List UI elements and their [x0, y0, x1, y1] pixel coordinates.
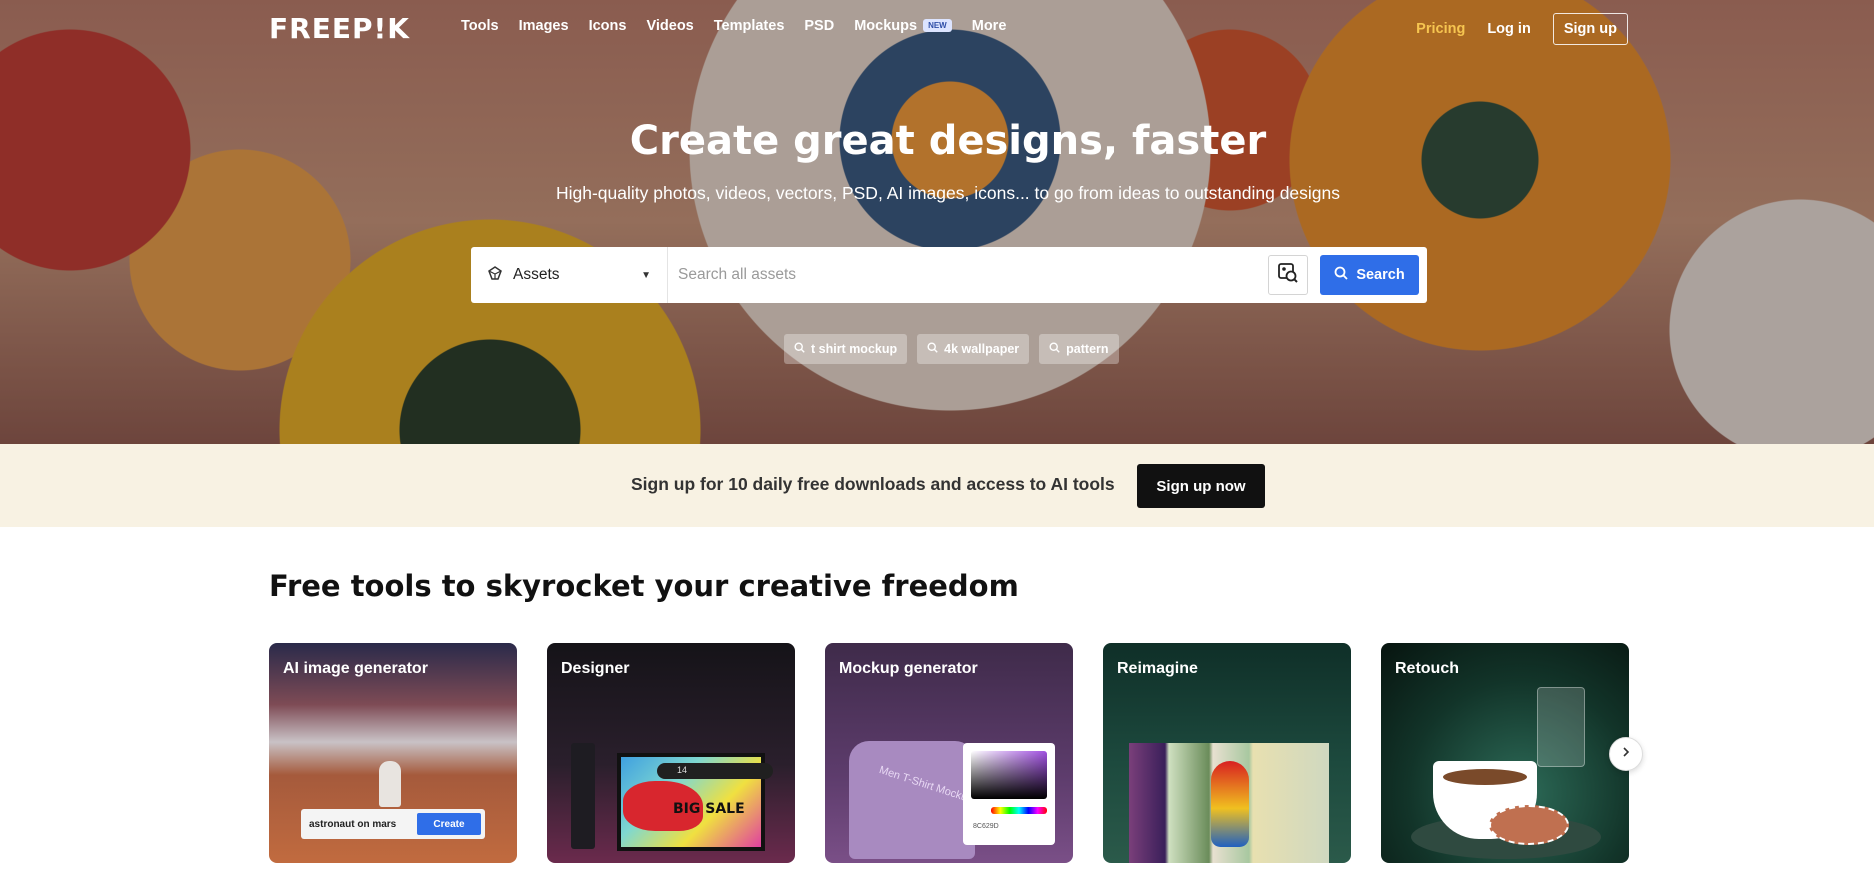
suggestion-chip[interactable]: pattern — [1039, 334, 1119, 364]
nav-icons[interactable]: Icons — [589, 18, 627, 34]
tool-card-mockup-generator[interactable]: Mockup generator Men T-Shirt Mockup 8C62… — [825, 643, 1073, 863]
tool-card-label: Mockup generator — [839, 660, 978, 677]
asset-type-select[interactable]: Assets ▼ — [471, 247, 668, 303]
search-icon — [1049, 342, 1060, 356]
image-search-icon — [1278, 262, 1298, 288]
nav-links: Tools Images Icons Videos Templates PSD … — [461, 18, 1006, 34]
designer-side-panel — [571, 743, 595, 849]
carousel-next-button[interactable] — [1609, 737, 1643, 771]
search-button-label: Search — [1356, 267, 1405, 283]
tool-card-label: Reimagine — [1117, 660, 1198, 677]
search-input[interactable] — [668, 247, 1268, 303]
suggestion-label: 4k wallpaper — [944, 342, 1020, 356]
assets-icon — [487, 265, 503, 285]
suggestion-label: pattern — [1066, 342, 1109, 356]
suggestion-chip[interactable]: 4k wallpaper — [917, 334, 1030, 364]
nav-mockups-label: Mockups — [854, 18, 918, 34]
nav-videos[interactable]: Videos — [646, 18, 693, 34]
nav-mockups[interactable]: Mockups NEW — [854, 18, 952, 34]
hue-slider — [991, 807, 1047, 814]
big-sale-text: BIG SALE — [673, 801, 745, 817]
chevron-right-icon — [1620, 745, 1632, 763]
color-picker-preview: 8C629D — [963, 743, 1055, 845]
nav-templates[interactable]: Templates — [714, 18, 785, 34]
astronaut-illustration — [379, 761, 401, 807]
search-icon — [927, 342, 938, 356]
signup-button[interactable]: Sign up — [1552, 13, 1628, 45]
nav-more[interactable]: More — [972, 18, 1007, 34]
freepik-logo[interactable]: FREEP!K — [269, 12, 410, 45]
hero-title: Create great designs, faster — [629, 118, 1267, 164]
tool-card-label: Retouch — [1395, 660, 1459, 677]
hex-value: 8C629D — [973, 823, 999, 830]
tool-card-label: AI image generator — [283, 660, 428, 677]
color-gradient — [971, 751, 1047, 799]
tool-card-reimagine[interactable]: Reimagine — [1103, 643, 1351, 863]
search-icon — [1334, 266, 1348, 284]
suggestion-chip[interactable]: t shirt mockup — [784, 334, 908, 364]
nav-psd[interactable]: PSD — [804, 18, 834, 34]
text-toolbar-preview: 14 — [657, 763, 773, 779]
pricing-link[interactable]: Pricing — [1416, 21, 1465, 37]
font-size-value: 14 — [677, 765, 688, 775]
signup-promo-banner: Sign up for 10 daily free downloads and … — [0, 444, 1874, 527]
tool-card-designer[interactable]: Designer 14 BIG SALE — [547, 643, 795, 863]
top-navigation: FREEP!K Tools Images Icons Videos Templa… — [0, 0, 1874, 54]
parrot-image — [1211, 761, 1249, 847]
search-button[interactable]: Search — [1320, 255, 1419, 295]
tools-section-title: Free tools to skyrocket your creative fr… — [269, 569, 1019, 603]
prompt-text: astronaut on mars — [309, 818, 397, 830]
suggestion-label: t shirt mockup — [811, 342, 898, 356]
login-link[interactable]: Log in — [1487, 21, 1531, 37]
prompt-preview: astronaut on mars Create — [301, 809, 485, 839]
retouch-selection-area — [1489, 805, 1569, 845]
search-bar: Assets ▼ Search — [471, 247, 1427, 303]
search-icon — [794, 342, 805, 356]
tool-card-retouch[interactable]: Retouch — [1381, 643, 1629, 863]
caret-down-icon: ▼ — [641, 269, 651, 281]
promo-text: Sign up for 10 daily free downloads and … — [631, 474, 1115, 494]
tool-card-label: Designer — [561, 660, 630, 677]
tool-card-ai-image-generator[interactable]: AI image generator astronaut on mars Cre… — [269, 643, 517, 863]
create-button-preview: Create — [417, 813, 481, 835]
nav-account: Pricing Log in Sign up — [1416, 13, 1628, 45]
hero-section: FREEP!K Tools Images Icons Videos Templa… — [0, 0, 1874, 444]
nav-tools[interactable]: Tools — [461, 18, 499, 34]
image-search-button[interactable] — [1268, 255, 1308, 295]
new-badge: NEW — [923, 19, 952, 32]
hero-subtitle: High-quality photos, videos, vectors, PS… — [555, 183, 1341, 203]
nav-images[interactable]: Images — [519, 18, 569, 34]
signup-now-button[interactable]: Sign up now — [1137, 464, 1265, 508]
asset-type-label: Assets — [513, 266, 560, 283]
glass-image — [1537, 687, 1585, 767]
tools-carousel: AI image generator astronaut on mars Cre… — [269, 643, 1629, 863]
popular-searches: t shirt mockup 4k wallpaper pattern — [784, 334, 1119, 364]
